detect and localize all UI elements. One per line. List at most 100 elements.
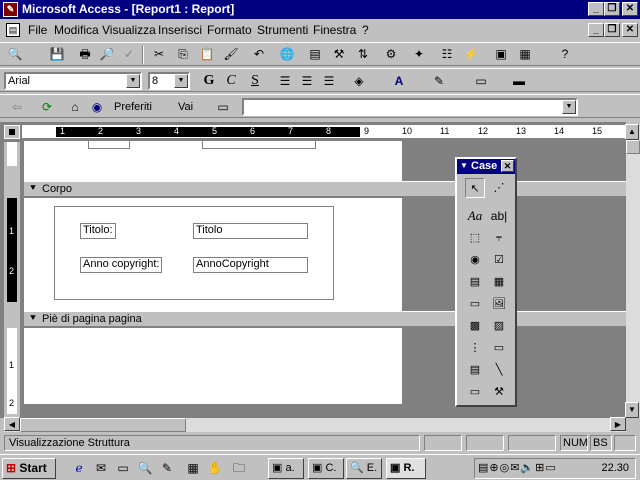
toolbox-title-bar[interactable]: ▼ Case ✕: [457, 159, 515, 174]
notepad-icon[interactable]: ✎: [158, 459, 176, 477]
menu-modifica[interactable]: Modifica: [54, 23, 99, 37]
align-center-icon[interactable]: ☰: [298, 72, 316, 90]
scroll-thumb[interactable]: [626, 140, 640, 154]
code-icon[interactable]: ✦: [410, 45, 428, 63]
hyperlink-icon[interactable]: 🌐: [278, 45, 296, 63]
save-icon[interactable]: 💾: [48, 45, 66, 63]
minimize-button[interactable]: _: [588, 2, 604, 16]
close-button[interactable]: ✕: [622, 2, 638, 16]
control-wizards-icon[interactable]: ⋰: [489, 178, 509, 198]
scroll-up-icon[interactable]: ▲: [625, 124, 639, 140]
taskbar-task-c[interactable]: ▣ C.: [308, 458, 344, 479]
taskbar-task-report[interactable]: ▣ R.: [386, 458, 426, 479]
doc-close-button[interactable]: ✕: [622, 23, 638, 37]
detail-section-area[interactable]: Titolo: Titolo Anno copyright: AnnoCopyr…: [24, 198, 402, 311]
subreport-icon[interactable]: ▤: [465, 360, 485, 380]
undo-icon[interactable]: ↶: [250, 45, 268, 63]
go-menu[interactable]: Vai: [178, 101, 193, 113]
copyright-label[interactable]: Anno copyright:: [80, 257, 162, 273]
font-color-icon[interactable]: A: [390, 72, 408, 90]
paste-icon[interactable]: 📋: [198, 45, 216, 63]
doc-minimize-button[interactable]: _: [588, 23, 604, 37]
special-effect-icon[interactable]: ▬: [510, 72, 528, 90]
font-name-combo[interactable]: Arial ▼: [4, 72, 142, 90]
vertical-scrollbar[interactable]: ▲ ▼: [625, 124, 640, 418]
line-color-icon[interactable]: ✎: [430, 72, 448, 90]
database-window-icon[interactable]: ▣: [492, 45, 510, 63]
chevron-down-icon[interactable]: ▼: [126, 74, 140, 88]
access-app-icon[interactable]: ✎: [3, 2, 18, 17]
toolbox-icon[interactable]: ⚒: [330, 45, 348, 63]
copyright-textbox[interactable]: AnnoCopyright: [193, 257, 308, 273]
detail-rectangle[interactable]: [54, 206, 334, 300]
tool-icon[interactable]: ✋: [206, 459, 224, 477]
chevron-down-icon[interactable]: ▼: [174, 74, 188, 88]
sorting-grouping-icon[interactable]: ⇅: [354, 45, 372, 63]
title-label[interactable]: Titolo:: [80, 223, 116, 239]
autoformat-icon[interactable]: ⚙: [382, 45, 400, 63]
scroll-down-icon[interactable]: ▼: [625, 402, 639, 418]
font-size-combo[interactable]: 8 ▼: [148, 72, 190, 90]
scroll-left-icon[interactable]: ◀: [4, 417, 20, 431]
desktop-icon[interactable]: ▭: [114, 459, 132, 477]
properties-icon[interactable]: ☷: [438, 45, 456, 63]
option-button-icon[interactable]: ◉: [465, 250, 485, 270]
align-left-icon[interactable]: ☰: [276, 72, 294, 90]
show-only-web-toolbar-icon[interactable]: ▭: [214, 98, 232, 116]
back-icon[interactable]: ⇦: [8, 98, 26, 116]
print-icon[interactable]: 🖶: [76, 45, 94, 63]
option-group-icon[interactable]: ⬚: [465, 228, 485, 248]
report-doc-icon[interactable]: ▤: [6, 23, 20, 37]
menu-file[interactable]: File: [28, 23, 47, 37]
rectangle-tool-icon[interactable]: ▭: [465, 382, 485, 402]
cut-icon[interactable]: ✂: [150, 45, 168, 63]
chevron-down-icon[interactable]: ▼: [562, 100, 576, 114]
menu-strumenti[interactable]: Strumenti: [257, 23, 308, 37]
toolbox-close-icon[interactable]: ✕: [501, 160, 514, 172]
combo-box-icon[interactable]: ▤: [465, 272, 485, 292]
format-painter-icon[interactable]: 🖌: [222, 45, 240, 63]
toggle-button-icon[interactable]: ⫧: [489, 228, 509, 248]
page-break-icon[interactable]: ⋮: [465, 338, 485, 358]
label-tool-icon[interactable]: Aa: [465, 206, 485, 226]
help-icon[interactable]: ?: [556, 45, 574, 63]
menu-formato[interactable]: Formato: [207, 23, 252, 37]
menu-visualizza[interactable]: Visualizza: [102, 23, 156, 37]
folder-icon[interactable]: 🗀: [230, 459, 248, 477]
new-object-icon[interactable]: ▦: [516, 45, 534, 63]
hscroll-thumb[interactable]: [20, 418, 186, 432]
field-list-icon[interactable]: ▤: [306, 45, 324, 63]
start-button[interactable]: ⊞ Start: [2, 458, 56, 479]
tray-icons[interactable]: ▤⊕◎✉🔈⊞▭: [478, 461, 557, 474]
taskbar-task-e[interactable]: 🔍 E.: [346, 458, 382, 479]
search-web-icon[interactable]: ◉: [88, 98, 106, 116]
print-preview-icon[interactable]: 🔎: [98, 45, 116, 63]
more-controls-icon[interactable]: ⚒: [489, 382, 509, 402]
title-textbox[interactable]: Titolo: [193, 223, 308, 239]
scroll-right-icon[interactable]: ▶: [610, 417, 626, 431]
toolbox-menu-icon[interactable]: ▼: [460, 159, 468, 173]
view-icon[interactable]: 🔍: [6, 45, 24, 63]
toolbox-window[interactable]: ▼ Case ✕ ↖ ⋰ Aa ab| ⬚ ⫧ ◉ ☑ ▤ ▦ ▭ 🖼 ▩ ▨ …: [455, 157, 517, 407]
check-box-icon[interactable]: ☑: [489, 250, 509, 270]
build-icon[interactable]: ⚡: [462, 45, 480, 63]
detail-section-bar[interactable]: ⯆ Corpo: [24, 181, 626, 197]
select-objects-icon[interactable]: ↖: [465, 178, 485, 198]
unbound-object-frame-icon[interactable]: ▩: [465, 316, 485, 336]
fill-color-icon[interactable]: ◈: [350, 72, 368, 90]
line-tool-icon[interactable]: ╲: [489, 360, 509, 380]
spelling-icon[interactable]: ✓: [120, 45, 138, 63]
find-icon[interactable]: 🔍: [136, 459, 154, 477]
taskbar-task-word[interactable]: ▣ a.: [268, 458, 304, 479]
bold-icon[interactable]: G: [200, 72, 218, 90]
report-selector[interactable]: [4, 125, 20, 139]
list-box-icon[interactable]: ▦: [489, 272, 509, 292]
italic-icon[interactable]: C: [222, 72, 240, 90]
page-footer-section-bar[interactable]: ⯆ Piè di pagina pagina: [24, 311, 626, 327]
ie-icon[interactable]: ℯ: [70, 459, 88, 477]
refresh-icon[interactable]: ⟳: [38, 98, 56, 116]
bound-object-frame-icon[interactable]: ▨: [489, 316, 509, 336]
favorites-menu[interactable]: Preferiti: [114, 101, 152, 113]
horizontal-scrollbar[interactable]: ◀ ▶: [4, 417, 626, 432]
page-header-area[interactable]: [24, 141, 402, 181]
